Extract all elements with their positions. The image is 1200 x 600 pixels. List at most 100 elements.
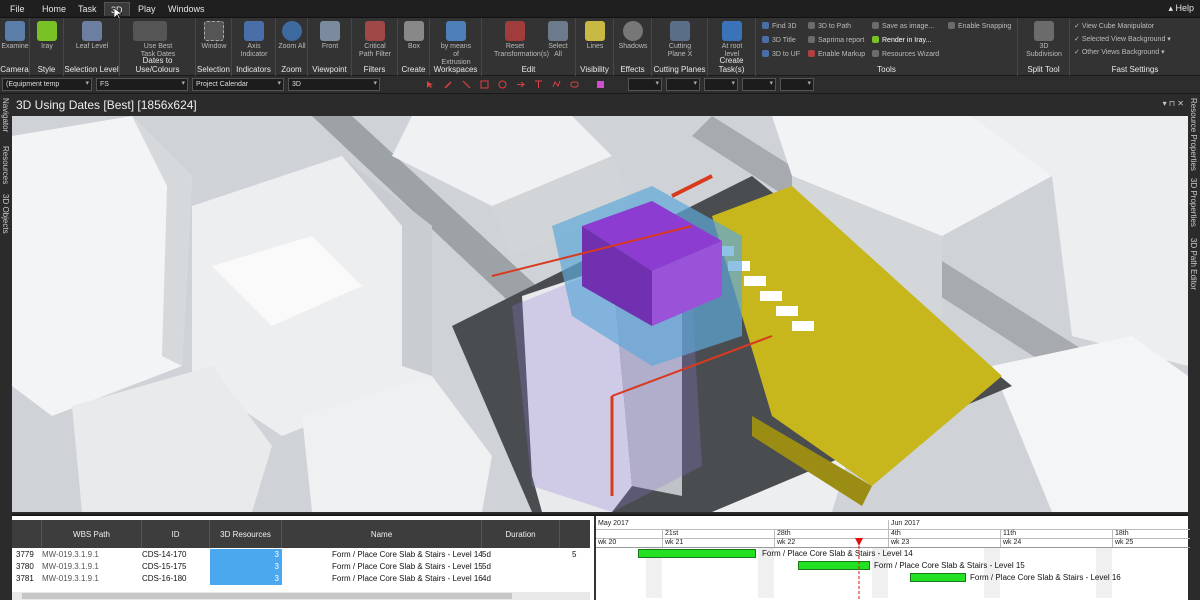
table-row[interactable]: 3781 MW-019.3.1.9.1 CDS-16-180 3 Form / … [12, 573, 590, 585]
3d-objects-tab[interactable]: 3D Objects [1, 194, 10, 234]
row-duration: 4d [482, 574, 491, 583]
gantt-chart[interactable]: May 2017 Jun 2017 21st 28th 4th 11th 18t… [594, 516, 1190, 600]
enable-snapping-button[interactable]: Enable Snapping [948, 22, 1011, 30]
render-in-iray-button[interactable]: Render in Iray... [872, 36, 931, 44]
font-size-combo[interactable]: ▾ [704, 78, 738, 91]
menu-play[interactable]: Play [132, 2, 162, 16]
help-menu[interactable]: ▴ Help [1168, 3, 1194, 14]
group-dates: Use Best Task Dates Dates to Use/Colours [120, 18, 196, 76]
extrusion-button[interactable]: by means of Extrusion [438, 21, 474, 67]
group-camera: Examine Camera [0, 18, 30, 76]
cursor-tool-icon[interactable] [426, 80, 435, 89]
line-tool-icon[interactable] [462, 80, 471, 89]
save-as-image-button[interactable]: Save as image... [872, 22, 934, 30]
axis-indicator-label: Axis Indicator [240, 43, 268, 58]
row-number: 3781 [16, 574, 34, 583]
ellipse-tool-icon[interactable] [498, 80, 507, 89]
reset-transformations-button[interactable]: Reset Transformation(s) [494, 21, 549, 59]
opacity-combo[interactable]: ▾ [780, 78, 814, 91]
line-style-combo[interactable]: ▾ [666, 78, 700, 91]
saprima-report-button[interactable]: Saprima report [808, 36, 864, 44]
selected-view-background-dropdown[interactable]: ✓ Selected View Background ▾ [1074, 35, 1171, 43]
iray-button[interactable]: Iray [29, 21, 65, 51]
header-name[interactable]: Name [282, 520, 482, 548]
header-id[interactable]: ID [142, 520, 210, 548]
menu-home[interactable]: Home [36, 2, 72, 16]
row-wbs: MW-019.3.1.9.1 [42, 574, 99, 583]
text-tool-icon[interactable] [534, 80, 543, 89]
other-views-background-dropdown[interactable]: ✓ Other Views Background ▾ [1074, 48, 1165, 56]
menu-windows[interactable]: Windows [162, 2, 211, 16]
3d-scene[interactable] [12, 116, 1188, 512]
critical-path-filter-button[interactable]: Critical Path Filter [357, 21, 393, 59]
resource-combo[interactable]: (Equipment temp ▾ [2, 78, 92, 91]
row-resources[interactable]: 3 [210, 549, 282, 561]
extrusion-icon [446, 21, 466, 41]
lines-button[interactable]: Lines [577, 21, 613, 51]
calendar-combo[interactable]: Project Calendar ▾ [192, 78, 284, 91]
3d-to-uf-button[interactable]: 3D to UF [762, 50, 800, 58]
resources-tab[interactable]: Resources [1, 146, 10, 184]
group-cutting-planes: Cutting Plane X Cutting Planes [652, 18, 708, 76]
table-row[interactable]: 3779 MW-019.3.1.9.1 CDS-14-170 3 Form / … [12, 549, 590, 561]
group-visibility: Lines Visibility [576, 18, 614, 76]
chevron-down-icon: ▾ [655, 80, 659, 87]
selected-bg-label: Selected View Background [1081, 36, 1166, 43]
3d-path-editor-tab[interactable]: 3D Path Editor [1189, 238, 1198, 290]
group-selection-level: Leaf Level Selection Level [64, 18, 120, 76]
row-resources[interactable]: 3 [210, 573, 282, 585]
group-create: Box Create [398, 18, 430, 76]
cutting-plane-button[interactable]: Cutting Plane X [662, 21, 698, 59]
polyline-tool-icon[interactable] [552, 80, 561, 89]
use-best-dates-button[interactable]: Use Best Task Dates [133, 21, 176, 59]
3d-to-path-button[interactable]: 3D to Path [808, 22, 851, 30]
header-resources[interactable]: 3D Resources [210, 520, 282, 548]
shadows-button[interactable]: Shadows [615, 21, 651, 51]
pen-tool-icon[interactable] [444, 80, 453, 89]
row-number: 3779 [16, 550, 34, 559]
select-all-button[interactable]: Select All [544, 21, 572, 59]
find-3d-button[interactable]: Find 3D [762, 22, 797, 30]
current-date-marker-icon[interactable] [854, 538, 864, 600]
select-all-icon [548, 21, 568, 41]
header-duration[interactable]: Duration [482, 520, 560, 548]
leaf-level-button[interactable]: Leaf Level [74, 21, 110, 51]
view-combo[interactable]: 3D ▾ [288, 78, 380, 91]
zoom-all-button[interactable]: Zoom All [274, 21, 310, 51]
menu-file[interactable]: File [4, 2, 31, 16]
shadows-label: Shadows [618, 43, 648, 50]
header-wbs[interactable]: WBS Path [42, 520, 142, 548]
3d-subdivision-button[interactable]: 3D Subdivision [1026, 21, 1062, 59]
window-button[interactable]: Window [196, 21, 232, 51]
relation-combo[interactable]: FS ▾ [96, 78, 188, 91]
rectangle-tool-icon[interactable] [480, 80, 489, 89]
enable-markup-button[interactable]: Enable Markup [808, 50, 865, 58]
group-label: Camera [0, 65, 29, 74]
view-cube-manipulator-toggle[interactable]: ✓ View Cube Manipulator [1074, 22, 1154, 30]
fill-combo[interactable]: ▾ [742, 78, 776, 91]
menu-task[interactable]: Task [72, 2, 103, 16]
front-view-button[interactable]: Front [312, 21, 348, 51]
row-resources[interactable]: 3 [210, 561, 282, 573]
axis-indicator-button[interactable]: Axis Indicator [236, 21, 272, 59]
grid-horizontal-scrollbar[interactable] [12, 592, 590, 600]
at-root-level-button[interactable]: At root level [714, 21, 750, 59]
cloud-tool-icon[interactable] [570, 80, 579, 89]
box-button[interactable]: Box [396, 21, 432, 51]
table-row[interactable]: 3780 MW-019.3.1.9.1 CDS-15-175 3 Form / … [12, 561, 590, 573]
line-width-combo[interactable]: ▾ [628, 78, 662, 91]
arrow-tool-icon[interactable] [516, 80, 525, 89]
viewport-window-controls[interactable]: ▾ ⊓ ✕ [1163, 99, 1184, 108]
scrollbar-thumb[interactable] [22, 593, 512, 599]
color-picker-icon[interactable] [596, 80, 605, 89]
gantt-bar[interactable] [910, 573, 966, 582]
3d-properties-tab[interactable]: 3D Properties [1189, 178, 1198, 227]
resources-wizard-button[interactable]: Resources Wizard [872, 50, 939, 58]
navigator-tab[interactable]: Navigator [1, 98, 10, 132]
gantt-bar[interactable] [638, 549, 756, 558]
3d-title-button[interactable]: 3D Title [762, 36, 796, 44]
group-label: Workspaces [433, 65, 478, 74]
gantt-bar-label: Form / Place Core Slab & Stairs - Level … [762, 549, 913, 558]
3d-viewport[interactable] [12, 116, 1188, 512]
resource-properties-tab[interactable]: Resource Properties [1189, 98, 1198, 171]
